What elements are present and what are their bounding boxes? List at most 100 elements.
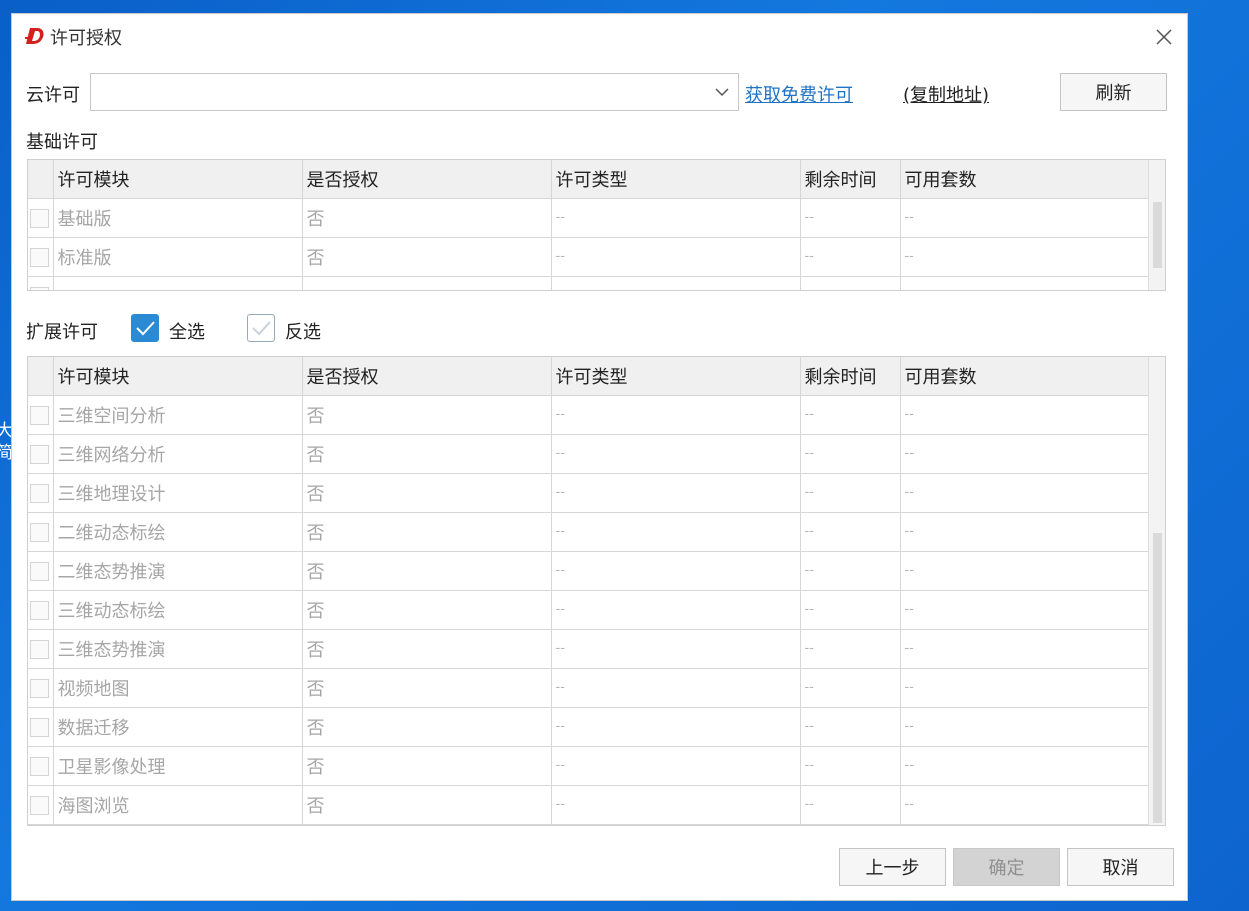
row-checkbox[interactable] [30, 639, 49, 659]
table-row[interactable] [28, 276, 1150, 290]
cell-type: -- [551, 590, 801, 630]
row-checkbox-cell [28, 395, 54, 435]
cell-type: -- [551, 395, 801, 435]
close-icon[interactable] [1151, 24, 1177, 50]
ext-table-body: 三维空间分析否 -- -- -- 三维网络分析否 -- -- -- 三维地理设计否 -- -- -- 二… [28, 395, 1150, 825]
row-checkbox[interactable] [30, 561, 49, 581]
cell-count: -- [900, 198, 1150, 238]
cell-module: 二维态势推演 [53, 551, 303, 591]
cell-authorized: 否 [302, 473, 552, 513]
cell-remaining: -- [800, 629, 901, 669]
column-header-type[interactable]: 许可类型 [551, 160, 801, 199]
row-checkbox[interactable] [30, 405, 49, 425]
column-header-module[interactable]: 许可模块 [53, 357, 303, 396]
row-checkbox[interactable] [30, 795, 49, 815]
table-row[interactable]: 标准版 否 -- -- -- [28, 237, 1150, 277]
chevron-down-icon[interactable] [714, 84, 730, 100]
row-checkbox[interactable] [30, 678, 49, 698]
cell-count: -- [900, 746, 1150, 786]
table-row[interactable]: 海图浏览否 -- -- -- [28, 785, 1150, 825]
cell-remaining: -- [800, 551, 901, 591]
cell-type: -- [551, 629, 801, 669]
basic-license-table: 许可模块 是否授权 许可类型 剩余时间 可用套数 基础版 否 -- -- -- [28, 160, 1150, 290]
get-free-license-link[interactable]: 获取免费许可 [745, 81, 853, 107]
row-checkbox[interactable] [30, 483, 49, 503]
row-checkbox-cell [28, 551, 54, 591]
table-row[interactable]: 三维动态标绘否 -- -- -- [28, 590, 1150, 630]
row-checkbox-cell [28, 746, 54, 786]
cell-remaining: -- [800, 512, 901, 552]
column-header-count[interactable]: 可用套数 [900, 357, 1150, 396]
cell-remaining: -- [800, 746, 901, 786]
cell-count [900, 276, 1150, 290]
cell-count: -- [900, 629, 1150, 669]
cancel-button[interactable]: 取消 [1067, 848, 1174, 886]
column-header-authorized[interactable]: 是否授权 [302, 357, 552, 396]
cell-authorized [302, 276, 552, 290]
basic-grid-scrollbar[interactable] [1148, 160, 1165, 290]
column-header-remaining[interactable]: 剩余时间 [800, 357, 901, 396]
cell-type: -- [551, 237, 801, 277]
table-row[interactable]: 二维动态标绘否 -- -- -- [28, 512, 1150, 552]
table-row[interactable]: 三维空间分析否 -- -- -- [28, 395, 1150, 435]
copy-address-link[interactable]: (复制地址) [903, 81, 989, 107]
cell-authorized: 否 [302, 237, 552, 277]
cell-remaining: -- [800, 785, 901, 825]
cloud-license-combo[interactable] [90, 73, 739, 111]
column-header-module[interactable]: 许可模块 [53, 160, 303, 199]
table-row[interactable]: 基础版 否 -- -- -- [28, 198, 1150, 238]
table-row[interactable]: 数据迁移否 -- -- -- [28, 707, 1150, 747]
table-row[interactable]: 视频地图否 -- -- -- [28, 668, 1150, 708]
invert-selection-label[interactable]: 反选 [285, 318, 321, 344]
cell-authorized: 否 [302, 785, 552, 825]
cell-count: -- [900, 473, 1150, 513]
row-checkbox[interactable] [30, 522, 49, 542]
cell-count: -- [900, 395, 1150, 435]
cell-count: -- [900, 237, 1150, 277]
table-row[interactable]: 二维态势推演否 -- -- -- [28, 551, 1150, 591]
column-header-authorized[interactable]: 是否授权 [302, 160, 552, 199]
row-checkbox[interactable] [30, 756, 49, 776]
cell-authorized: 否 [302, 746, 552, 786]
basic-grid-scroll-thumb[interactable] [1153, 202, 1162, 268]
row-checkbox-cell [28, 276, 54, 290]
cell-module: 海图浏览 [53, 785, 303, 825]
cell-type: -- [551, 473, 801, 513]
basic-license-label: 基础许可 [26, 132, 98, 153]
cell-type: -- [551, 668, 801, 708]
ext-license-label: 扩展许可 [26, 322, 98, 343]
prev-step-button[interactable]: 上一步 [839, 848, 946, 886]
cell-remaining: -- [800, 668, 901, 708]
invert-selection-checkbox[interactable] [247, 314, 275, 342]
row-checkbox[interactable] [30, 444, 49, 464]
basic-license-grid: 许可模块 是否授权 许可类型 剩余时间 可用套数 基础版 否 -- -- -- [27, 159, 1166, 291]
column-header-type[interactable]: 许可类型 [551, 357, 801, 396]
row-checkbox[interactable] [30, 208, 49, 228]
column-header-remaining[interactable]: 剩余时间 [800, 160, 901, 199]
cell-count: -- [900, 785, 1150, 825]
cell-module: 三维动态标绘 [53, 590, 303, 630]
select-all-checkbox[interactable] [131, 314, 159, 342]
cell-type: -- [551, 551, 801, 591]
row-checkbox[interactable] [30, 247, 49, 267]
refresh-button[interactable]: 刷新 [1060, 73, 1167, 111]
row-checkbox[interactable] [30, 286, 49, 290]
ext-license-grid: 许可模块 是否授权 许可类型 剩余时间 可用套数 三维空间分析否 -- -- -- 三维… [27, 356, 1166, 826]
d-logo-icon [25, 28, 44, 44]
row-checkbox[interactable] [30, 600, 49, 620]
ext-grid-scroll-thumb[interactable] [1153, 533, 1162, 823]
table-row[interactable]: 卫星影像处理否 -- -- -- [28, 746, 1150, 786]
ext-grid-scrollbar[interactable] [1148, 357, 1165, 825]
cloud-license-label: 云许可 [26, 85, 80, 106]
table-row[interactable]: 三维地理设计否 -- -- -- [28, 473, 1150, 513]
column-header-count[interactable]: 可用套数 [900, 160, 1150, 199]
license-dialog: 许可授权 云许可 获取免费许可 (复制地址) 刷新 基础许可 许可模块 是否授权… [11, 13, 1188, 901]
table-row[interactable]: 三维网络分析否 -- -- -- [28, 434, 1150, 474]
select-all-label[interactable]: 全选 [169, 318, 205, 344]
row-checkbox[interactable] [30, 717, 49, 737]
cell-module: 数据迁移 [53, 707, 303, 747]
header-checkbox-cell [28, 160, 54, 199]
table-row[interactable]: 三维态势推演否 -- -- -- [28, 629, 1150, 669]
cell-authorized: 否 [302, 668, 552, 708]
confirm-button[interactable]: 确定 [953, 848, 1060, 886]
